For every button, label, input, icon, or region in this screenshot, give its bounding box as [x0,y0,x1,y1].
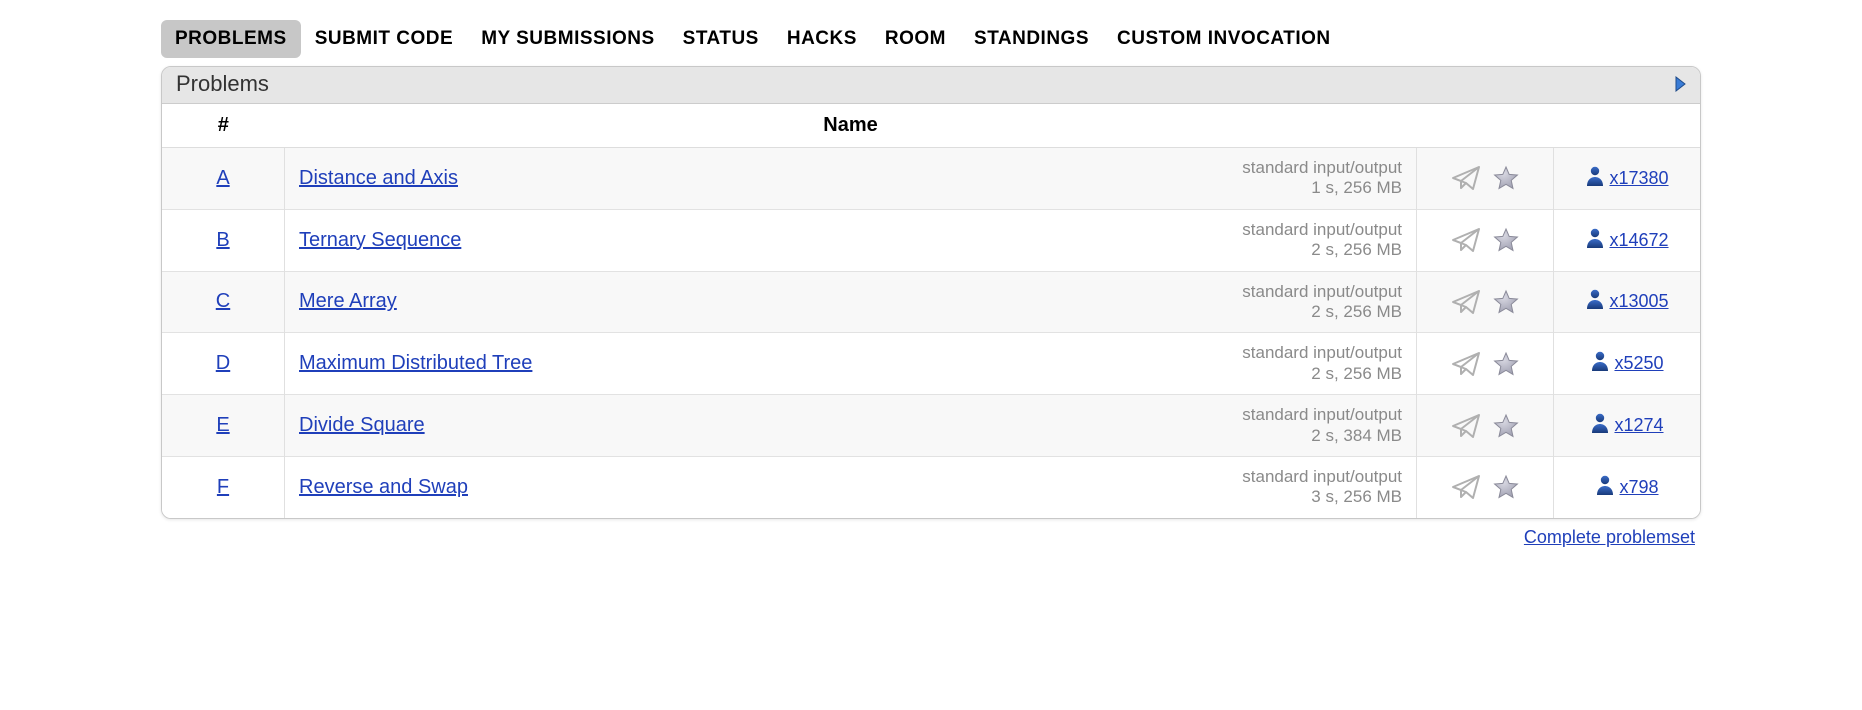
problem-index-link[interactable]: D [216,352,230,374]
table-row: E Divide Square standard input/output2 s, … [162,395,1700,457]
io-limits: standard input/output2 s, 256 MB [1242,282,1402,323]
problem-index-link[interactable]: E [216,414,229,436]
header-solved [1554,104,1701,148]
io-text: standard input/output [1242,405,1402,425]
header-idx: # [162,104,285,148]
person-icon [1585,288,1605,315]
problem-name-link[interactable]: Ternary Sequence [299,229,1222,252]
problem-name-link[interactable]: Maximum Distributed Tree [299,352,1222,375]
person-icon [1590,412,1610,439]
footer: Complete problemset [161,519,1701,548]
io-text: standard input/output [1242,343,1402,363]
tab-standings[interactable]: STANDINGS [960,20,1103,58]
io-limits: standard input/output2 s, 256 MB [1242,220,1402,261]
problem-index-link[interactable]: C [216,290,230,312]
submit-icon[interactable] [1451,413,1481,439]
person-icon [1585,165,1605,192]
io-limits: standard input/output3 s, 256 MB [1242,467,1402,508]
star-icon[interactable] [1493,474,1519,500]
tab-room[interactable]: ROOM [871,20,960,58]
submit-icon[interactable] [1451,227,1481,253]
table-row: C Mere Array standard input/output2 s, 256… [162,271,1700,333]
person-icon [1585,227,1605,254]
tab-submit-code[interactable]: SUBMIT CODE [301,20,468,58]
tab-hacks[interactable]: HACKS [773,20,871,58]
contest-tabs: PROBLEMSSUBMIT CODEMY SUBMISSIONSSTATUSH… [161,20,1701,58]
io-text: standard input/output [1242,282,1402,302]
star-icon[interactable] [1493,227,1519,253]
tab-problems[interactable]: PROBLEMS [161,20,301,58]
tab-status[interactable]: STATUS [669,20,773,58]
io-text: standard input/output [1242,158,1402,178]
table-header-row: # Name [162,104,1700,148]
person-icon [1590,350,1610,377]
problem-name-link[interactable]: Divide Square [299,414,1222,437]
limits-text: 2 s, 256 MB [1242,240,1402,260]
solved-count-link[interactable]: x5250 [1614,353,1663,374]
expand-arrow-icon[interactable] [1674,76,1686,92]
problem-name-link[interactable]: Mere Array [299,290,1222,313]
submit-icon[interactable] [1451,474,1481,500]
tab-my-submissions[interactable]: MY SUBMISSIONS [467,20,668,58]
problem-index-link[interactable]: B [216,229,229,251]
problem-index-link[interactable]: F [217,476,229,498]
limits-text: 2 s, 256 MB [1242,302,1402,322]
panel-header: Problems [162,67,1700,104]
table-row: B Ternary Sequence standard input/output2 … [162,209,1700,271]
limits-text: 2 s, 256 MB [1242,364,1402,384]
solved-count-link[interactable]: x14672 [1609,230,1668,251]
complete-problemset-link[interactable]: Complete problemset [1524,527,1695,547]
solved-count-link[interactable]: x1274 [1614,415,1663,436]
tab-custom-invocation[interactable]: CUSTOM INVOCATION [1103,20,1345,58]
solved-count-link[interactable]: x17380 [1609,168,1668,189]
submit-icon[interactable] [1451,351,1481,377]
table-row: A Distance and Axis standard input/output1… [162,148,1700,210]
header-actions [1417,104,1554,148]
io-text: standard input/output [1242,467,1402,487]
header-name: Name [285,104,1417,148]
io-text: standard input/output [1242,220,1402,240]
problems-panel: Problems # Name A Distance and Axis standa… [161,66,1701,519]
problem-index-link[interactable]: A [216,167,229,189]
table-row: F Reverse and Swap standard input/output3 … [162,456,1700,517]
problem-name-link[interactable]: Reverse and Swap [299,476,1222,499]
star-icon[interactable] [1493,413,1519,439]
solved-count-link[interactable]: x13005 [1609,291,1668,312]
solved-count-link[interactable]: x798 [1619,477,1658,498]
submit-icon[interactable] [1451,289,1481,315]
limits-text: 2 s, 384 MB [1242,426,1402,446]
person-icon [1595,474,1615,501]
io-limits: standard input/output1 s, 256 MB [1242,158,1402,199]
problem-name-link[interactable]: Distance and Axis [299,167,1222,190]
submit-icon[interactable] [1451,165,1481,191]
io-limits: standard input/output2 s, 256 MB [1242,343,1402,384]
limits-text: 3 s, 256 MB [1242,487,1402,507]
star-icon[interactable] [1493,165,1519,191]
io-limits: standard input/output2 s, 384 MB [1242,405,1402,446]
panel-title: Problems [176,71,269,97]
table-row: D Maximum Distributed Tree standard input/… [162,333,1700,395]
limits-text: 1 s, 256 MB [1242,178,1402,198]
star-icon[interactable] [1493,351,1519,377]
problems-table: # Name A Distance and Axis standard input/… [162,104,1700,518]
star-icon[interactable] [1493,289,1519,315]
